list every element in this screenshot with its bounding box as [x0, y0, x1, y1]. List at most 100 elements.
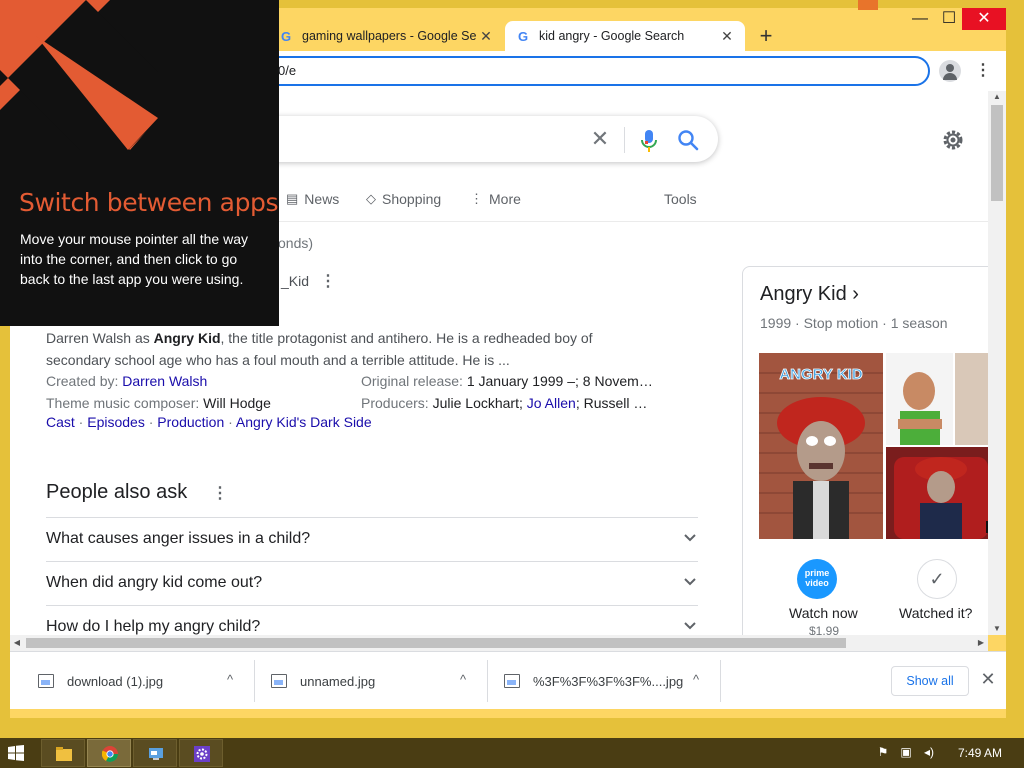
- fact-value: ; Russell …: [575, 395, 648, 411]
- frame-accent: [858, 0, 878, 10]
- tip-body: Move your mouse pointer all the way into…: [20, 231, 248, 287]
- browser-menu-icon[interactable]: ⋮: [975, 60, 991, 82]
- google-favicon-icon: G: [517, 28, 529, 44]
- fact-theme-composer: Theme music composer: Will Hodge: [46, 392, 271, 414]
- paa-question[interactable]: When did angry kid come out?: [46, 561, 698, 605]
- knowledge-panel: Angry Kid › 1999 · Stop motion · 1 seaso…: [742, 266, 988, 635]
- taskbar-clock[interactable]: 7:49 AM: [958, 746, 1002, 760]
- downloads-bar: download (1).jpg ^ unnamed.jpg ^ %3F%3F%…: [10, 651, 1006, 709]
- profile-avatar-icon[interactable]: [939, 60, 961, 82]
- scroll-up-icon[interactable]: ▲: [988, 91, 1006, 103]
- tools-button[interactable]: Tools: [664, 189, 697, 209]
- tab-title: kid angry - Google Search: [539, 29, 685, 43]
- paa-question[interactable]: How do I help my angry child?: [46, 605, 698, 635]
- tab-shopping[interactable]: ◇ Shopping: [366, 189, 441, 209]
- download-item[interactable]: unnamed.jpg ^: [243, 652, 488, 710]
- scroll-right-icon[interactable]: ▶: [974, 635, 988, 651]
- chevron-down-icon: [684, 578, 696, 586]
- taskbar-chrome[interactable]: [87, 739, 131, 767]
- paa-menu-icon[interactable]: ⋮: [212, 483, 228, 503]
- watched-it-check-icon[interactable]: ✓: [917, 559, 957, 599]
- show-all-button[interactable]: Show all: [891, 666, 969, 696]
- snippet-bold: Angry Kid: [153, 330, 221, 346]
- image-file-icon: [271, 674, 287, 688]
- address-bar[interactable]: 0/e: [260, 56, 930, 86]
- tab-more[interactable]: ⋮ More: [470, 189, 521, 209]
- link-dark-side[interactable]: Angry Kid's Dark Side: [236, 414, 372, 430]
- people-also-ask-title: People also ask: [46, 481, 188, 503]
- prime-video-logo: prime video: [797, 568, 837, 588]
- entity-title[interactable]: _Kid: [281, 273, 309, 289]
- download-divider: [720, 660, 721, 702]
- new-tab-button[interactable]: +: [756, 24, 776, 48]
- chevron-up-icon[interactable]: ^: [455, 672, 471, 688]
- image-file-icon: [38, 674, 54, 688]
- kp-title-link[interactable]: Angry Kid ›: [760, 283, 859, 306]
- prime-video-icon[interactable]: prime video: [797, 559, 837, 599]
- control-panel-icon: [149, 748, 163, 760]
- microphone-icon[interactable]: [640, 129, 658, 153]
- poster-title: ANGRY KID: [779, 366, 863, 383]
- kp-image-main[interactable]: ANGRY KID: [759, 353, 883, 539]
- scroll-thumb[interactable]: [26, 638, 846, 648]
- paa-question-text: When did angry kid come out?: [46, 574, 263, 591]
- download-filename: %3F%3F%3F%3F%....jpg: [533, 674, 684, 689]
- tip-title: Switch between apps: [19, 188, 279, 217]
- angry-kid-chair-photo: [886, 447, 988, 539]
- entity-menu-icon[interactable]: ⋮: [320, 271, 336, 291]
- network-icon[interactable]: ▣: [898, 745, 914, 761]
- settings-gear-icon[interactable]: [940, 127, 966, 153]
- tab-gaming-wallpapers[interactable]: G gaming wallpapers - Google Sea ✕: [268, 21, 504, 51]
- link-production[interactable]: Production: [157, 414, 224, 430]
- switch-apps-tip: Switch between apps Move your mouse poin…: [0, 0, 279, 326]
- angry-kid-poster: ANGRY KID: [759, 353, 883, 539]
- taskbar-control-panel[interactable]: [133, 739, 177, 767]
- related-links: Cast · Episodes · Production · Angry Kid…: [46, 414, 372, 430]
- download-item[interactable]: download (1).jpg ^: [10, 652, 255, 710]
- fact-link[interactable]: Darren Walsh: [122, 373, 207, 389]
- volume-icon[interactable]: ◂): [921, 745, 937, 761]
- watched-it-label[interactable]: Watched it?: [899, 605, 972, 621]
- snippet-text: Darren Walsh as: [46, 330, 154, 346]
- close-downloads-icon[interactable]: ✕: [978, 669, 998, 691]
- windows-start-icon[interactable]: [8, 745, 24, 761]
- taskbar-file-explorer[interactable]: [41, 739, 85, 767]
- news-icon: ▤: [286, 191, 299, 206]
- search-icon[interactable]: [676, 128, 700, 152]
- corner-arrow-icon: [0, 0, 158, 150]
- scroll-left-icon[interactable]: ◀: [10, 635, 24, 651]
- kp-image-boy[interactable]: [886, 353, 953, 445]
- fact-link[interactable]: Jo Allen: [527, 395, 576, 411]
- fact-value: Julie Lockhart;: [432, 395, 527, 411]
- minimize-button[interactable]: —: [905, 8, 935, 30]
- angry-boy-photo: [886, 353, 953, 445]
- chevron-up-icon[interactable]: ^: [222, 672, 238, 688]
- scroll-thumb[interactable]: [991, 105, 1003, 201]
- vertical-scrollbar[interactable]: ▲ ▼: [988, 91, 1006, 635]
- download-filename: download (1).jpg: [67, 674, 164, 689]
- download-item[interactable]: %3F%3F%3F%3F%....jpg ^: [476, 652, 721, 710]
- horizontal-scrollbar[interactable]: ◀ ▶: [10, 635, 988, 651]
- tab-news[interactable]: ▤ News: [286, 189, 339, 209]
- paa-question[interactable]: What causes anger issues in a child?: [46, 517, 698, 561]
- flag-icon[interactable]: ⚑: [875, 745, 891, 761]
- taskbar-settings-app[interactable]: [179, 739, 223, 767]
- kp-image-partial[interactable]: [955, 353, 988, 445]
- watch-now-label[interactable]: Watch now: [789, 605, 858, 621]
- clear-search-icon[interactable]: ✕: [588, 127, 612, 151]
- link-separator: ·: [144, 414, 158, 430]
- chrome-icon: [102, 746, 118, 762]
- close-window-button[interactable]: ✕: [962, 8, 1006, 30]
- link-separator: ·: [224, 414, 236, 430]
- tab-close-icon[interactable]: ✕: [476, 28, 496, 45]
- link-cast[interactable]: Cast: [46, 414, 75, 430]
- link-episodes[interactable]: Episodes: [87, 414, 145, 430]
- kp-image-chair[interactable]: [886, 447, 988, 539]
- tab-close-icon[interactable]: ✕: [717, 28, 737, 45]
- chevron-up-icon[interactable]: ^: [688, 672, 704, 688]
- search-divider: [624, 127, 625, 153]
- tab-kid-angry[interactable]: G kid angry - Google Search ✕: [505, 21, 745, 51]
- scroll-down-icon[interactable]: ▼: [988, 623, 1006, 635]
- maximize-button[interactable]: ☐: [935, 8, 963, 30]
- fact-value: Will Hodge: [203, 395, 271, 411]
